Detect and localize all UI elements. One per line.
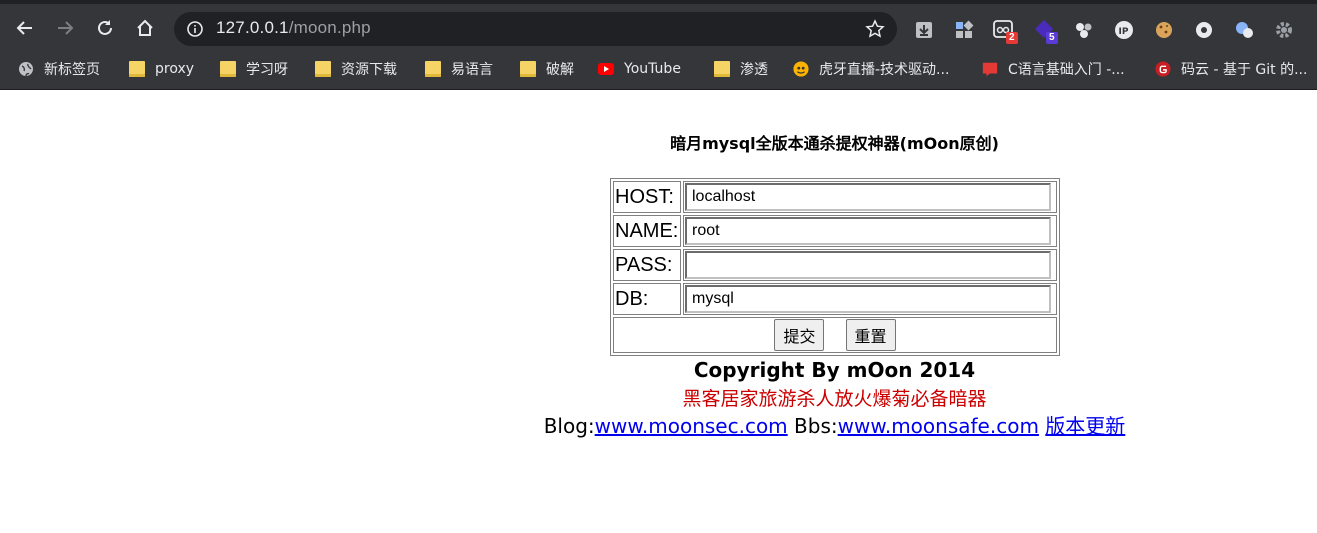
download-extension-icon[interactable] [913,19,935,41]
folder-icon [220,61,236,77]
arrow-right-icon [58,21,74,35]
bookmark-label: 渗透 [740,62,768,78]
bbs-prefix: Bbs: [794,414,838,438]
update-link[interactable]: 版本更新 [1045,414,1125,438]
extension-badge: 2 [1006,32,1018,44]
bookmark-folder[interactable]: 渗透 [714,58,768,80]
folder-icon [714,61,730,77]
bookmark-label: 新标签页 [44,62,100,78]
host-label: HOST: [613,181,681,213]
url-text[interactable]: 127.0.0.1/moon.php [216,18,371,38]
reload-icon [98,20,112,35]
glasses-extension-icon[interactable]: 2 [993,19,1018,44]
bookmarks-bar: 新标签页 proxy 学习呀 资源下载 易语言 破解 YouTube 渗透 虎牙… [0,50,1317,90]
apps-extension-icon[interactable] [953,19,975,41]
host-row: HOST: localhost [613,181,1057,213]
reload-button[interactable] [91,14,119,42]
home-icon [137,19,153,36]
arrow-left-icon [16,21,32,35]
gitee-icon [1155,61,1171,77]
home-button[interactable] [131,14,159,42]
page-content: 暗月mysql全版本通杀提权神器(mOon原创) HOST: localhost… [0,90,1317,533]
pass-label: PASS: [613,249,681,281]
name-row: NAME: root [613,215,1057,247]
bookmark-label: C语言基础入门 -... [1008,62,1125,78]
huya-icon [793,61,809,77]
bookmark-item[interactable]: 码云 - 基于 Git 的... [1155,58,1307,80]
url-host: 127.0.0.1 [216,18,289,37]
host-input[interactable]: localhost [685,183,1051,211]
page-title: 暗月mysql全版本通杀提权神器(mOon原创) [670,134,999,153]
blog-link[interactable]: www.moonsec.com [595,414,788,438]
db-input[interactable]: mysql [685,285,1051,313]
bookmark-label: YouTube [624,61,681,77]
youtube-icon [598,63,614,75]
db-label: DB: [613,283,681,315]
purple-extension-icon[interactable]: 5 [1033,19,1058,44]
name-input[interactable]: root [685,217,1051,245]
bubble-extension-icon[interactable] [1233,19,1255,41]
browser-toolbar: 127.0.0.1/moon.php 2 5 IP [0,0,1317,50]
forward-button[interactable] [51,14,79,42]
bookmark-label: 破解 [546,62,574,78]
bookmark-label: 虎牙直播-技术驱动... [819,62,950,78]
circles-extension-icon[interactable] [1073,19,1095,41]
folder-icon [129,61,145,77]
name-label: NAME: [613,215,681,247]
svg-text:IP: IP [1119,27,1129,37]
ip-extension-icon[interactable]: IP [1113,19,1135,41]
bookmark-item[interactable]: 虎牙直播-技术驱动... [793,58,949,80]
address-bar[interactable]: 127.0.0.1/moon.php [174,12,897,46]
bookmark-item[interactable]: YouTube [598,58,681,80]
globe-icon [19,62,33,77]
bookmark-folder[interactable]: proxy [129,58,194,80]
bbs-link[interactable]: www.moonsafe.com [838,414,1039,438]
blog-prefix: Blog: [543,414,595,438]
slogan-text: 黑客居家旅游杀人放火爆菊必备暗器 [682,388,987,410]
folder-icon [315,61,331,77]
bookmark-item[interactable]: C语言基础入门 -... [982,58,1125,80]
folder-icon [520,61,536,77]
submit-button[interactable]: 提交 [774,319,825,351]
extension-badge: 5 [1046,32,1058,44]
bookmark-label: 资源下载 [341,62,397,78]
reset-button[interactable]: 重置 [845,319,896,351]
pass-row: PASS: [613,249,1057,281]
pass-input[interactable] [685,251,1051,279]
bookmark-folder[interactable]: 破解 [520,58,574,80]
bookmark-folder[interactable]: 学习呀 [220,58,288,80]
footer-links: Blog:www.moonsec.com Bbs:www.moonsafe.co… [0,410,1317,439]
gear-extension-icon[interactable] [1273,19,1295,41]
login-form-table: HOST: localhost NAME: root PASS: DB: mys… [610,178,1060,356]
button-row: 提交 重置 [613,317,1057,353]
bookmark-item[interactable]: 新标签页 [18,58,100,80]
bookmark-folder[interactable]: 资源下载 [315,58,397,80]
copyright-text: Copyright By mOon 2014 [693,358,976,382]
red-book-icon [982,62,998,77]
url-path: /moon.php [288,18,371,37]
back-button[interactable] [11,14,39,42]
bookmark-label: proxy [155,61,195,77]
db-row: DB: mysql [613,283,1057,315]
bookmark-star-icon[interactable] [865,19,885,43]
bookmark-label: 易语言 [451,62,493,78]
cookie-extension-icon[interactable] [1153,19,1175,41]
bookmark-folder[interactable]: 易语言 [425,58,493,80]
bookmark-label: 码云 - 基于 Git 的... [1181,62,1308,78]
site-info-icon[interactable] [186,20,204,42]
bookmark-label: 学习呀 [246,62,288,78]
folder-icon [425,61,441,77]
flower-extension-icon[interactable] [1193,19,1215,41]
